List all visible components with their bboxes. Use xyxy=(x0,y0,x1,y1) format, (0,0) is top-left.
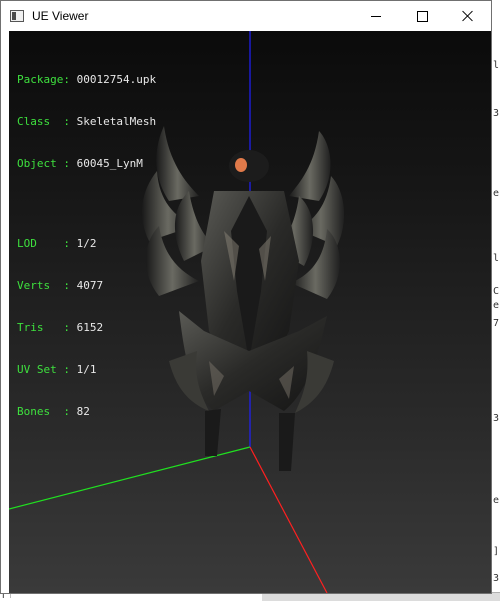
uvset-label: UV Set : xyxy=(17,363,70,376)
class-value: SkeletalMesh xyxy=(76,115,157,128)
tris-label: Tris : xyxy=(17,321,70,334)
close-icon xyxy=(462,10,474,22)
uvset-value: 1/1 xyxy=(76,363,97,376)
class-label: Class : xyxy=(17,115,70,128)
3d-viewport[interactable]: Package: 00012754.upk Class : SkeletalMe… xyxy=(9,31,491,593)
mesh-info-overlay: Package: 00012754.upk Class : SkeletalMe… xyxy=(17,45,156,447)
background-char: 3 xyxy=(493,413,500,424)
object-value: 60045_LynM xyxy=(76,157,143,170)
background-char: e xyxy=(493,188,500,199)
window-title: UE Viewer xyxy=(32,9,89,23)
tris-value: 6152 xyxy=(76,321,104,334)
object-label: Object : xyxy=(17,157,70,170)
minimize-icon xyxy=(371,15,381,17)
title-bar[interactable]: UE Viewer xyxy=(1,1,491,31)
background-char: e xyxy=(493,300,500,311)
background-char: C xyxy=(493,286,500,297)
bones-value: 82 xyxy=(76,405,90,418)
y-axis-line xyxy=(9,446,251,510)
ue-viewer-window: UE Viewer Package: 00012754.upk Class: … xyxy=(0,0,492,594)
minimize-button[interactable] xyxy=(353,1,399,31)
maximize-icon xyxy=(416,10,428,22)
lod-value: 1/2 xyxy=(76,237,97,250)
maximize-button[interactable] xyxy=(399,1,445,31)
app-window-icon[interactable] xyxy=(10,10,24,22)
background-char: l xyxy=(493,60,500,71)
close-button[interactable] xyxy=(445,1,491,31)
background-char: ] xyxy=(493,546,500,557)
package-value: 00012754.upk xyxy=(76,73,157,86)
package-label: Package: xyxy=(17,73,70,86)
verts-label: Verts : xyxy=(17,279,70,292)
bones-label: Bones : xyxy=(17,405,70,418)
background-char: 3 xyxy=(493,108,500,119)
lod-label: LOD : xyxy=(17,237,70,250)
background-char: e xyxy=(493,495,500,506)
skeletal-mesh-model xyxy=(142,126,345,471)
verts-value: 4077 xyxy=(76,279,104,292)
background-char: l xyxy=(493,253,500,264)
background-char: 7 xyxy=(493,318,500,329)
background-char: 3 xyxy=(493,573,500,584)
